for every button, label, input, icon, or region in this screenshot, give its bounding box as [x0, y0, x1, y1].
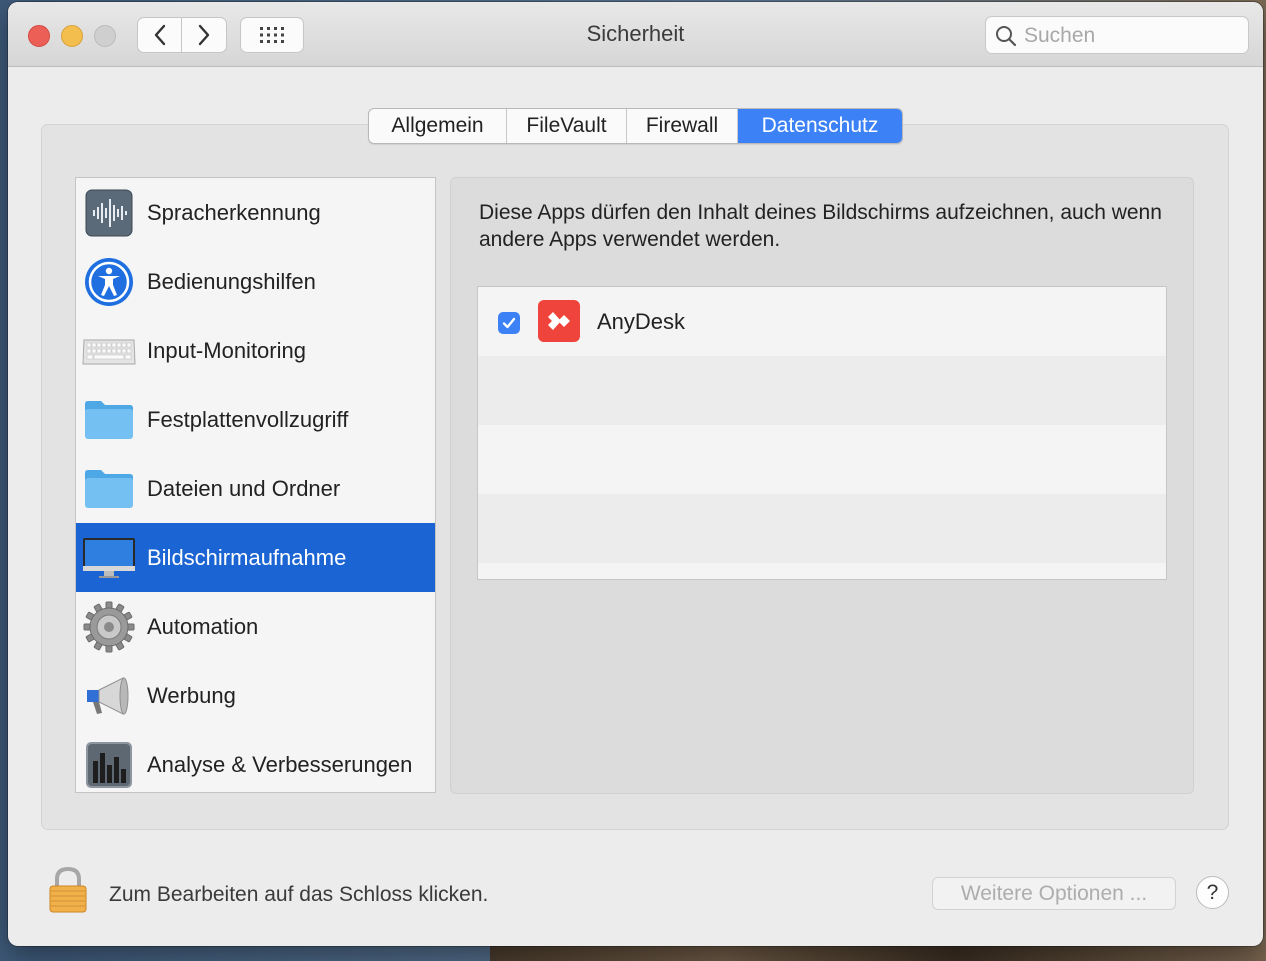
display-icon — [82, 531, 136, 585]
accessibility-icon — [82, 255, 136, 309]
gear-icon — [82, 600, 136, 654]
tab-datenschutz[interactable]: Datenschutz — [738, 109, 902, 143]
sidebar-item-input-monitoring[interactable]: Input-Monitoring — [76, 316, 435, 385]
sidebar-item-analyse[interactable]: Analyse & Verbesserungen — [76, 730, 435, 792]
lock-hint-text: Zum Bearbeiten auf das Schloss klicken. — [109, 883, 489, 906]
search-field[interactable] — [985, 16, 1249, 54]
list-item[interactable]: AnyDesk — [478, 287, 1166, 356]
app-checkbox[interactable] — [498, 312, 520, 334]
sidebar-item-label: Input-Monitoring — [147, 337, 306, 363]
sidebar-item-label: Spracherkennung — [147, 199, 321, 225]
bar-chart-icon — [82, 738, 136, 792]
help-button[interactable]: ? — [1196, 876, 1229, 909]
detail-panel: Diese Apps dürfen den Inhalt deines Bild… — [450, 177, 1194, 794]
search-input[interactable] — [1022, 22, 1241, 50]
empty-list-row — [478, 425, 1166, 494]
sidebar-item-label: Bildschirmaufnahme — [147, 544, 347, 570]
sidebar-item-label: Automation — [147, 613, 259, 639]
sidebar-item-label: Bedienungshilfen — [147, 268, 316, 294]
megaphone-icon — [82, 669, 136, 723]
empty-list-row — [478, 494, 1166, 563]
lock-icon — [49, 866, 87, 913]
waveform-icon — [82, 186, 136, 240]
sidebar-item-bildschirmaufnahme[interactable]: Bildschirmaufnahme — [76, 523, 435, 592]
lock-button[interactable] — [48, 866, 88, 919]
title-bar: Sicherheit — [8, 2, 1263, 67]
sidebar-item-spracherkennung[interactable]: Spracherkennung — [76, 178, 435, 247]
sidebar-item-festplattenvollzugriff[interactable]: Festplattenvollzugriff — [76, 385, 435, 454]
privacy-category-list: Spracherkennung Bedienungshilfen Input-M… — [75, 177, 436, 793]
sidebar-item-label: Analyse & Verbesserungen — [147, 751, 413, 777]
app-name: AnyDesk — [597, 309, 686, 334]
tab-bar: Allgemein FileVault Firewall Datenschutz — [368, 108, 903, 144]
tab-filevault[interactable]: FileVault — [507, 109, 627, 143]
keyboard-icon — [82, 324, 136, 378]
folder-icon — [82, 393, 136, 447]
permission-description: Diese Apps dürfen den Inhalt deines Bild… — [479, 201, 1162, 251]
folder-icon — [82, 462, 136, 516]
empty-list-row — [478, 356, 1166, 425]
sidebar-item-label: Werbung — [147, 682, 236, 708]
app-list: AnyDesk — [477, 286, 1167, 580]
more-options-button[interactable]: Weitere Optionen ... — [932, 877, 1176, 910]
tab-allgemein[interactable]: Allgemein — [369, 109, 507, 143]
sidebar-item-automation[interactable]: Automation — [76, 592, 435, 661]
preferences-window: Sicherheit Allgemein FileVault Firewall … — [8, 2, 1263, 946]
anydesk-icon — [538, 300, 580, 342]
sidebar-item-label: Dateien und Ordner — [147, 475, 341, 501]
search-icon — [996, 26, 1017, 47]
checkmark-icon — [502, 317, 516, 329]
desktop-background — [490, 945, 1266, 961]
sidebar-item-werbung[interactable]: Werbung — [76, 661, 435, 730]
sidebar-item-bedienungshilfen[interactable]: Bedienungshilfen — [76, 247, 435, 316]
sidebar-item-dateien-und-ordner[interactable]: Dateien und Ordner — [76, 454, 435, 523]
sidebar-item-label: Festplattenvollzugriff — [147, 406, 349, 432]
tab-firewall[interactable]: Firewall — [627, 109, 738, 143]
